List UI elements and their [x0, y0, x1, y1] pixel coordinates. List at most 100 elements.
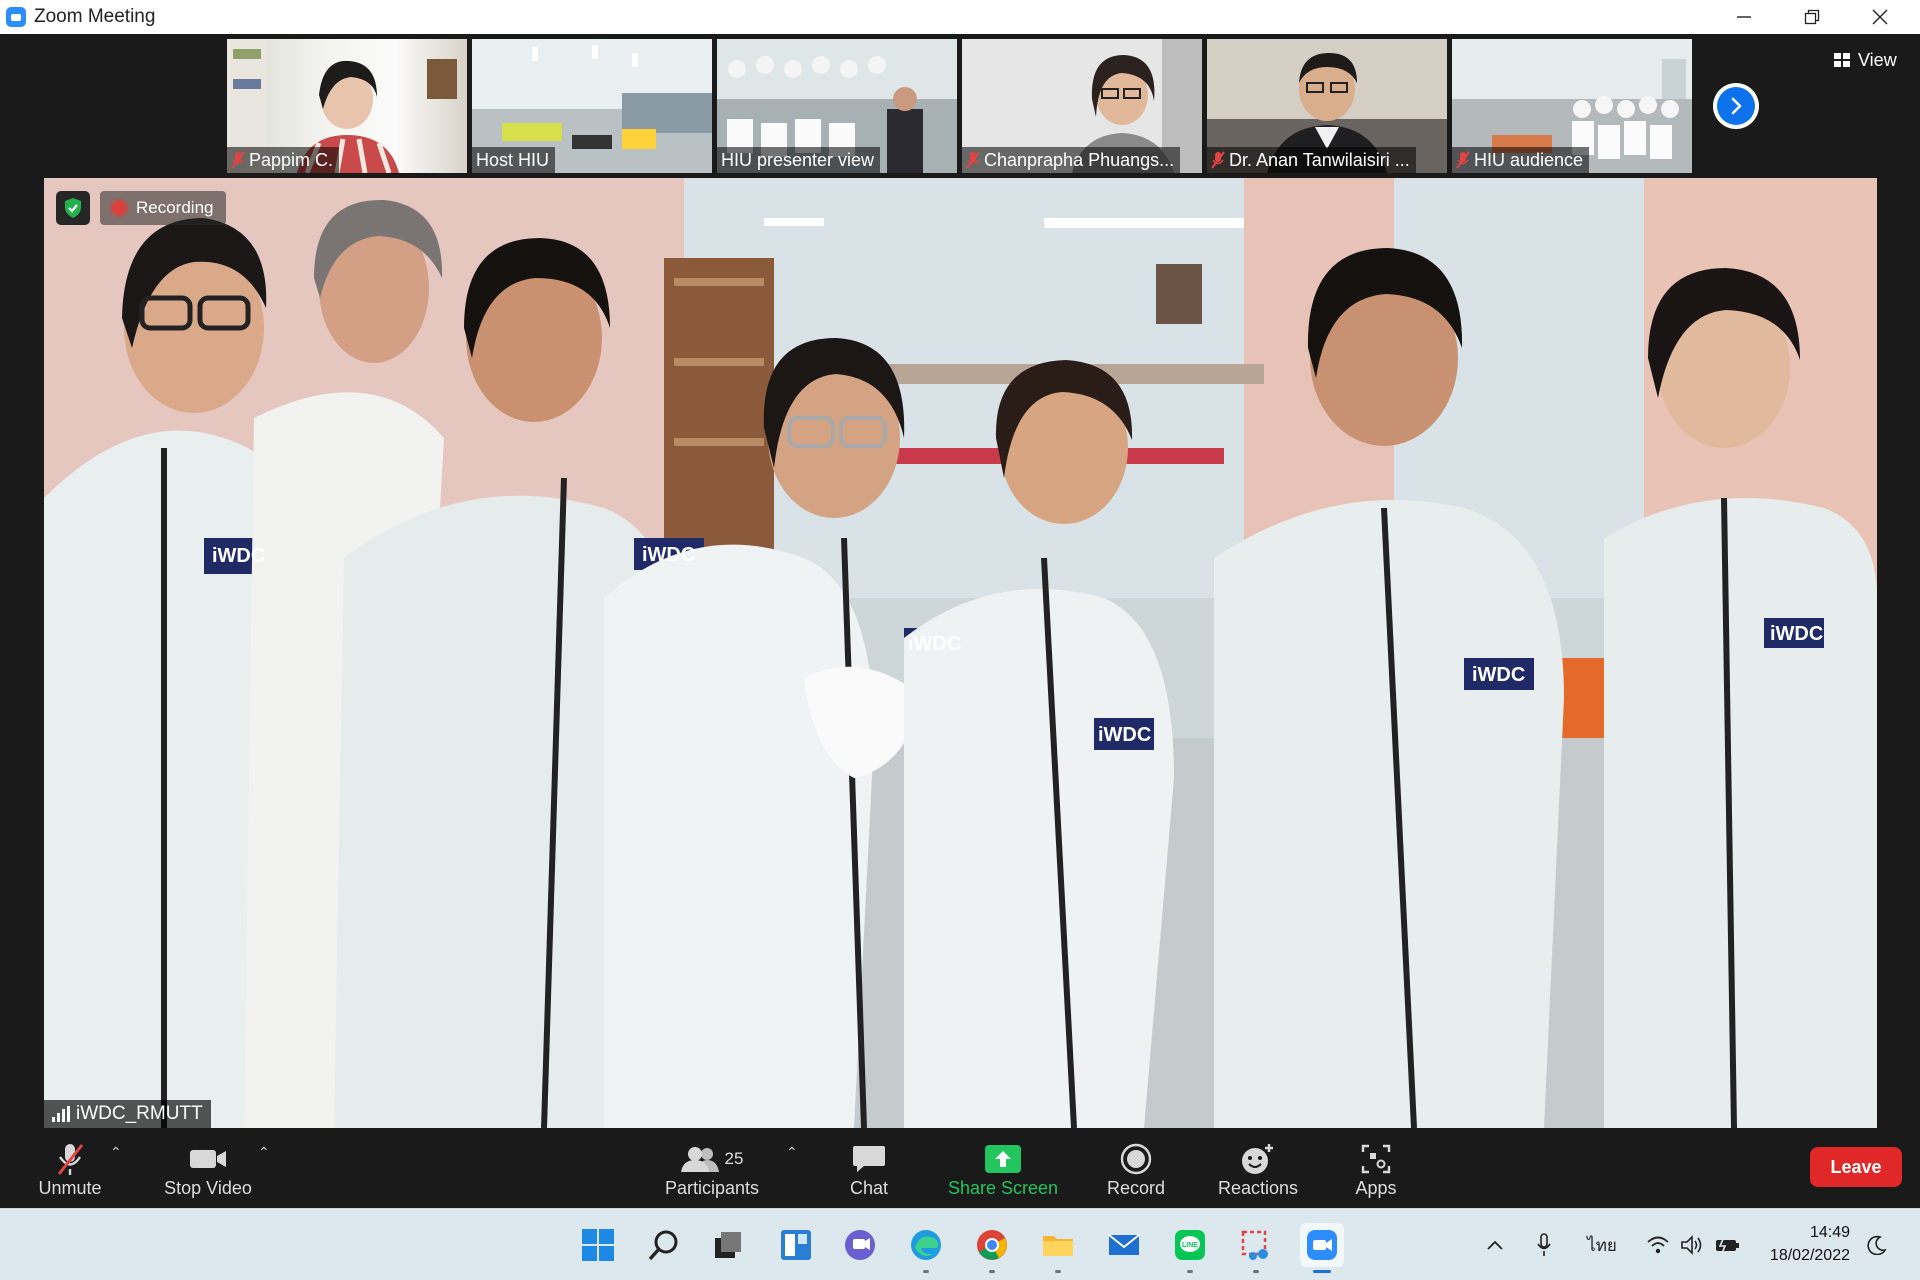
participant-gallery-strip: Pappim C. Host HIU HIU presenter view Ch…: [0, 34, 1920, 176]
active-app-indicator: [1313, 1270, 1331, 1273]
running-indicator: [923, 1270, 929, 1273]
wifi-icon: [1647, 1236, 1669, 1254]
participant-name-label: Dr. Anan Tanwilaisiri ...: [1207, 147, 1416, 173]
task-view-button[interactable]: [706, 1223, 750, 1267]
search-icon: [648, 1230, 678, 1261]
muted-mic-icon: [1211, 151, 1225, 169]
folder-icon: [1043, 1236, 1073, 1256]
participant-tile[interactable]: Pappim C.: [227, 39, 467, 173]
participant-tile[interactable]: HIU audience: [1452, 39, 1692, 173]
restore-button[interactable]: [1778, 0, 1846, 34]
chrome-browser-icon: [977, 1230, 1007, 1260]
share-screen-button[interactable]: Share Screen: [944, 1136, 1062, 1204]
record-icon: [1120, 1143, 1152, 1175]
view-label: View: [1858, 49, 1897, 70]
record-button[interactable]: Record: [1096, 1136, 1176, 1204]
muted-mic-icon: [57, 1144, 84, 1175]
recording-label: Recording: [136, 198, 214, 217]
notifications-button[interactable]: [1862, 1229, 1892, 1261]
speaker-name: iWDC_RMUTT: [76, 1103, 203, 1124]
participant-name: Dr. Anan Tanwilaisiri ...: [1229, 149, 1410, 170]
teams-chat-button[interactable]: [838, 1223, 882, 1267]
snipping-tool-button[interactable]: [1234, 1223, 1278, 1273]
close-button[interactable]: [1846, 0, 1914, 34]
search-button[interactable]: [642, 1223, 686, 1267]
participant-tile[interactable]: Host HIU: [472, 39, 712, 173]
apps-button[interactable]: Apps: [1338, 1136, 1414, 1204]
input-language-button[interactable]: ไทย: [1584, 1229, 1620, 1261]
participant-tile[interactable]: Dr. Anan Tanwilaisiri ...: [1207, 39, 1447, 173]
participant-name-label: HIU audience: [1452, 147, 1590, 173]
apps-label: Apps: [1355, 1178, 1397, 1198]
mail-button[interactable]: [1102, 1223, 1146, 1267]
participant-name: Host HIU: [476, 149, 550, 170]
apps-icon: [1361, 1144, 1391, 1174]
widgets-button[interactable]: [774, 1223, 818, 1267]
line-app-button[interactable]: LINE: [1168, 1223, 1212, 1273]
chat-bubble-icon: [853, 1146, 885, 1172]
participant-tile[interactable]: Chanprapha Phuangs...: [962, 39, 1202, 173]
start-button[interactable]: [576, 1223, 620, 1267]
running-indicator: [1055, 1270, 1061, 1273]
close-icon: [1872, 9, 1888, 25]
zoom-app-button[interactable]: [1300, 1223, 1344, 1273]
stop-video-label: Stop Video: [164, 1178, 252, 1198]
clock-time: 14:49: [1809, 1224, 1850, 1241]
participant-tile[interactable]: HIU presenter view: [717, 39, 957, 173]
edge-browser-button[interactable]: [904, 1223, 948, 1273]
battery-charging-icon: [1716, 1236, 1739, 1254]
jacket-logo-text: iWDC: [1098, 724, 1151, 746]
wifi-button[interactable]: [1644, 1229, 1672, 1261]
jacket-logo-text: iWDC: [212, 545, 265, 567]
participants-button[interactable]: 25 Participants: [660, 1136, 764, 1204]
snipping-tool-icon: [1241, 1230, 1268, 1260]
minimize-button[interactable]: [1710, 0, 1778, 34]
chrome-browser-button[interactable]: [970, 1223, 1014, 1273]
participant-name-label: Chanprapha Phuangs...: [962, 147, 1181, 173]
system-clock[interactable]: 14:49 18/02/2022: [1754, 1221, 1850, 1267]
battery-button[interactable]: [1714, 1229, 1742, 1261]
recording-indicator[interactable]: Recording: [100, 191, 226, 225]
participant-name-label: Host HIU: [472, 147, 556, 173]
svg-text:LINE: LINE: [1182, 1242, 1198, 1249]
participants-options-caret-icon[interactable]: ⌃: [786, 1144, 798, 1161]
window-title: Zoom Meeting: [34, 6, 156, 27]
participant-name-label: Pappim C.: [227, 147, 340, 173]
restore-icon: [1804, 9, 1820, 25]
participants-count: 25: [724, 1149, 744, 1168]
meeting-controls-toolbar: Unmute ⌃ Stop Video ⌃ 25 Participants ⌃ …: [0, 1128, 1920, 1208]
participant-name-label: HIU presenter view: [717, 147, 881, 173]
participants-icon: [680, 1147, 719, 1172]
stop-video-button[interactable]: Stop Video: [158, 1136, 258, 1204]
chat-button[interactable]: Chat: [832, 1136, 906, 1204]
jacket-logo-text: iWDC: [1472, 664, 1525, 686]
security-shield-button[interactable]: [56, 191, 90, 225]
teams-chat-icon: [845, 1230, 875, 1260]
show-hidden-icons-button[interactable]: [1480, 1229, 1510, 1261]
record-label: Record: [1106, 1178, 1166, 1198]
microphone-tray-button[interactable]: [1532, 1229, 1556, 1261]
line-app-icon: LINE: [1175, 1230, 1205, 1260]
running-indicator: [1253, 1270, 1259, 1273]
file-explorer-button[interactable]: [1036, 1223, 1080, 1273]
reactions-button[interactable]: Reactions: [1208, 1136, 1308, 1204]
task-view-icon: [715, 1232, 741, 1258]
shield-check-icon: [65, 198, 81, 218]
windows-logo-icon: [582, 1229, 614, 1261]
smiley-add-icon: [1242, 1144, 1273, 1174]
leave-meeting-button[interactable]: Leave: [1810, 1147, 1902, 1187]
mail-icon: [1108, 1234, 1140, 1255]
unmute-button[interactable]: Unmute: [30, 1136, 110, 1204]
video-options-caret-icon[interactable]: ⌃: [258, 1144, 270, 1161]
audio-options-caret-icon[interactable]: ⌃: [110, 1144, 122, 1161]
next-page-button[interactable]: [1713, 83, 1759, 129]
participant-name: HIU presenter view: [721, 149, 875, 170]
minimize-icon: [1737, 16, 1751, 18]
chat-label: Chat: [849, 1178, 889, 1198]
speaker-volume-icon: [1681, 1235, 1702, 1255]
participant-name: Chanprapha Phuangs...: [984, 149, 1175, 170]
view-button[interactable]: View: [1826, 44, 1908, 76]
volume-button[interactable]: [1678, 1229, 1706, 1261]
participant-name: HIU audience: [1474, 149, 1584, 170]
zoom-meeting-window: Zoom Meeting Pappim C. Host HIU HIU pres…: [0, 0, 1920, 1280]
